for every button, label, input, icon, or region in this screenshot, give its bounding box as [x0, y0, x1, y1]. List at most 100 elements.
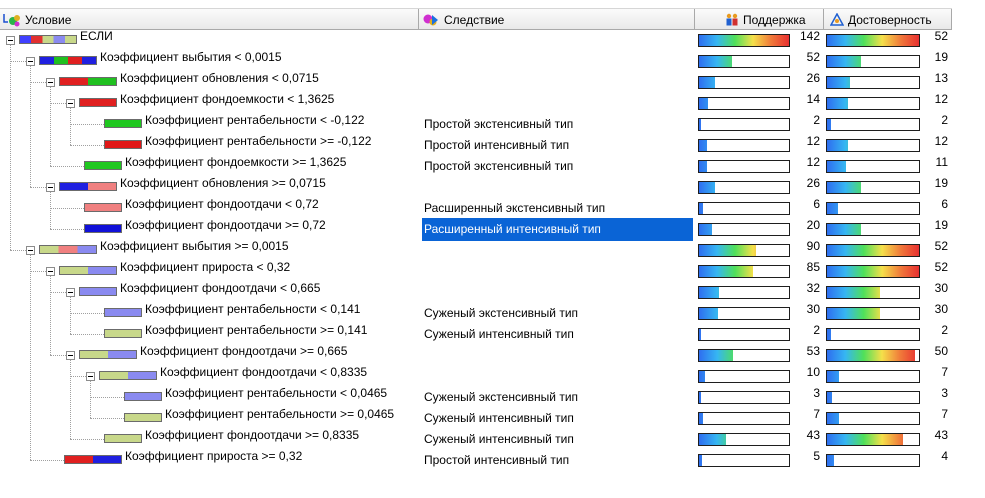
collapse-toggle[interactable]	[46, 267, 55, 276]
support-bar-fill	[699, 350, 733, 361]
confidence-bar	[826, 370, 920, 383]
confidence-value: 6	[941, 197, 948, 211]
confidence-bar	[826, 391, 920, 404]
support-bar	[698, 181, 790, 194]
tree-row[interactable]: Коэффициент прироста < 0,32 85 52	[0, 260, 985, 283]
confidence-bar	[826, 286, 920, 299]
consequence-cell[interactable]	[422, 29, 693, 52]
header-support-label: Поддержка	[743, 12, 806, 27]
confidence-bar	[826, 223, 920, 236]
condition-text: Коэффициент фондоотдачи >= 0,72	[125, 218, 326, 232]
tree-row[interactable]: Коэффициент выбытия < 0,0015 52 19	[0, 50, 985, 73]
tree-row[interactable]: Коэффициент рентабельности >= 0,0465 Суже…	[0, 407, 985, 430]
consequence-cell[interactable]: Суженый интенсивный тип	[422, 323, 693, 346]
consequence-cell[interactable]: Расширенный экстенсивный тип	[422, 197, 693, 220]
condition-text: Коэффициент фондоотдачи < 0,8335	[160, 365, 368, 379]
consequence-cell[interactable]	[422, 344, 693, 367]
support-bar-fill	[699, 371, 706, 382]
header-support[interactable]: Поддержка	[695, 9, 824, 29]
tree-row[interactable]: Коэффициент фондоотдачи < 0,72 Расширенны…	[0, 197, 985, 220]
tree-row[interactable]: Коэффициент прироста >= 0,32 Простой инте…	[0, 449, 985, 472]
support-value: 14	[806, 92, 820, 106]
tree-row[interactable]: Коэффициент фондоемкости < 1,3625 14 12	[0, 92, 985, 115]
support-bar	[698, 55, 790, 68]
tree-row[interactable]: Коэффициент фондоемкости >= 1,3625 Просто…	[0, 155, 985, 178]
confidence-bar	[826, 244, 920, 257]
consequence-cell[interactable]: Суженый экстенсивный тип	[422, 302, 693, 325]
consequence-cell[interactable]: Простой экстенсивный тип	[422, 155, 693, 178]
collapse-toggle[interactable]	[46, 78, 55, 87]
support-bar	[698, 349, 790, 362]
condition-color-bar	[39, 56, 97, 65]
tree-row[interactable]: Коэффициент фондоотдачи < 0,8335 10 7	[0, 365, 985, 388]
tree-connector	[70, 145, 104, 146]
tree-row[interactable]: ЕСЛИ 142 52	[0, 29, 985, 52]
tree-row[interactable]: Коэффициент фондоотдачи >= 0,72 Расширенн…	[0, 218, 985, 241]
condition-text: Коэффициент рентабельности >= 0,0465	[165, 407, 395, 421]
consequence-cell[interactable]	[422, 260, 693, 283]
header-consequence[interactable]: Следствие	[419, 9, 695, 29]
condition-text: Коэффициент фондоотдачи >= 0,8335	[145, 428, 360, 442]
tree-connector	[90, 397, 124, 398]
collapse-toggle[interactable]	[66, 99, 75, 108]
collapse-toggle[interactable]	[46, 183, 55, 192]
tree-row[interactable]: Коэффициент фондоотдачи < 0,665 32 30	[0, 281, 985, 304]
confidence-bar	[826, 328, 920, 341]
collapse-toggle[interactable]	[6, 36, 15, 45]
tree-row[interactable]: Коэффициент рентабельности >= 0,141 Сужен…	[0, 323, 985, 346]
support-bar-fill	[699, 182, 716, 193]
tree-row[interactable]: Коэффициент обновления >= 0,0715 26 19	[0, 176, 985, 199]
consequence-cell[interactable]	[422, 239, 693, 262]
condition-icon	[3, 13, 20, 27]
confidence-value: 3	[941, 386, 948, 400]
consequence-cell[interactable]	[422, 176, 693, 199]
tree-row[interactable]: Коэффициент рентабельности >= -0,122 Прос…	[0, 134, 985, 157]
tree-row[interactable]: Коэффициент обновления < 0,0715 26 13	[0, 71, 985, 94]
support-value: 5	[813, 449, 820, 463]
consequence-cell[interactable]: Простой интенсивный тип	[422, 449, 693, 472]
support-bar	[698, 244, 790, 257]
consequence-cell[interactable]	[422, 281, 693, 304]
consequence-cell[interactable]: Суженый интенсивный тип	[422, 428, 693, 451]
consequence-cell[interactable]: Расширенный интенсивный тип	[422, 218, 693, 241]
condition-text: Коэффициент прироста < 0,32	[120, 260, 291, 274]
support-value: 20	[806, 218, 820, 232]
collapse-toggle[interactable]	[66, 351, 75, 360]
consequence-cell[interactable]	[422, 92, 693, 115]
confidence-value: 19	[934, 176, 948, 190]
support-value: 10	[806, 365, 820, 379]
confidence-bar	[826, 139, 920, 152]
collapse-toggle[interactable]	[86, 372, 95, 381]
condition-text: Коэффициент обновления < 0,0715	[120, 71, 319, 85]
tree-row[interactable]: Коэффициент рентабельности < 0,141 Сужены…	[0, 302, 985, 325]
support-bar-fill	[699, 455, 703, 466]
confidence-bar-fill	[827, 119, 831, 130]
tree-row[interactable]: Коэффициент фондоотдачи >= 0,665 53 50	[0, 344, 985, 367]
confidence-value: 52	[934, 29, 948, 43]
condition-text: Коэффициент выбытия < 0,0015	[100, 50, 282, 64]
support-bar	[698, 97, 790, 110]
collapse-toggle[interactable]	[66, 288, 75, 297]
consequence-cell[interactable]: Суженый интенсивный тип	[422, 407, 693, 430]
collapse-toggle[interactable]	[26, 246, 35, 255]
confidence-value: 12	[934, 134, 948, 148]
support-bar	[698, 454, 790, 467]
consequence-cell[interactable]: Простой интенсивный тип	[422, 134, 693, 157]
consequence-cell[interactable]: Простой экстенсивный тип	[422, 113, 693, 136]
consequence-cell[interactable]: Суженый экстенсивный тип	[422, 386, 693, 409]
consequence-cell[interactable]	[422, 71, 693, 94]
tree-row[interactable]: Коэффициент выбытия >= 0,0015 90 52	[0, 239, 985, 262]
consequence-cell[interactable]	[422, 365, 693, 388]
tree-row[interactable]: Коэффициент рентабельности < 0,0465 Сужен…	[0, 386, 985, 409]
confidence-bar	[826, 265, 920, 278]
header-condition[interactable]: Условие	[0, 9, 419, 29]
consequence-cell[interactable]	[422, 50, 693, 73]
support-value: 3	[813, 386, 820, 400]
header-consequence-label: Следствие	[444, 12, 505, 27]
tree-row[interactable]: Коэффициент фондоотдачи >= 0,8335 Суженый…	[0, 428, 985, 451]
collapse-toggle[interactable]	[26, 57, 35, 66]
support-bar-fill	[699, 308, 718, 319]
condition-text: Коэффициент фондоотдачи >= 0,665	[140, 344, 348, 358]
header-confidence[interactable]: Достоверность	[824, 9, 952, 29]
tree-row[interactable]: Коэффициент рентабельности < -0,122 Прост…	[0, 113, 985, 136]
